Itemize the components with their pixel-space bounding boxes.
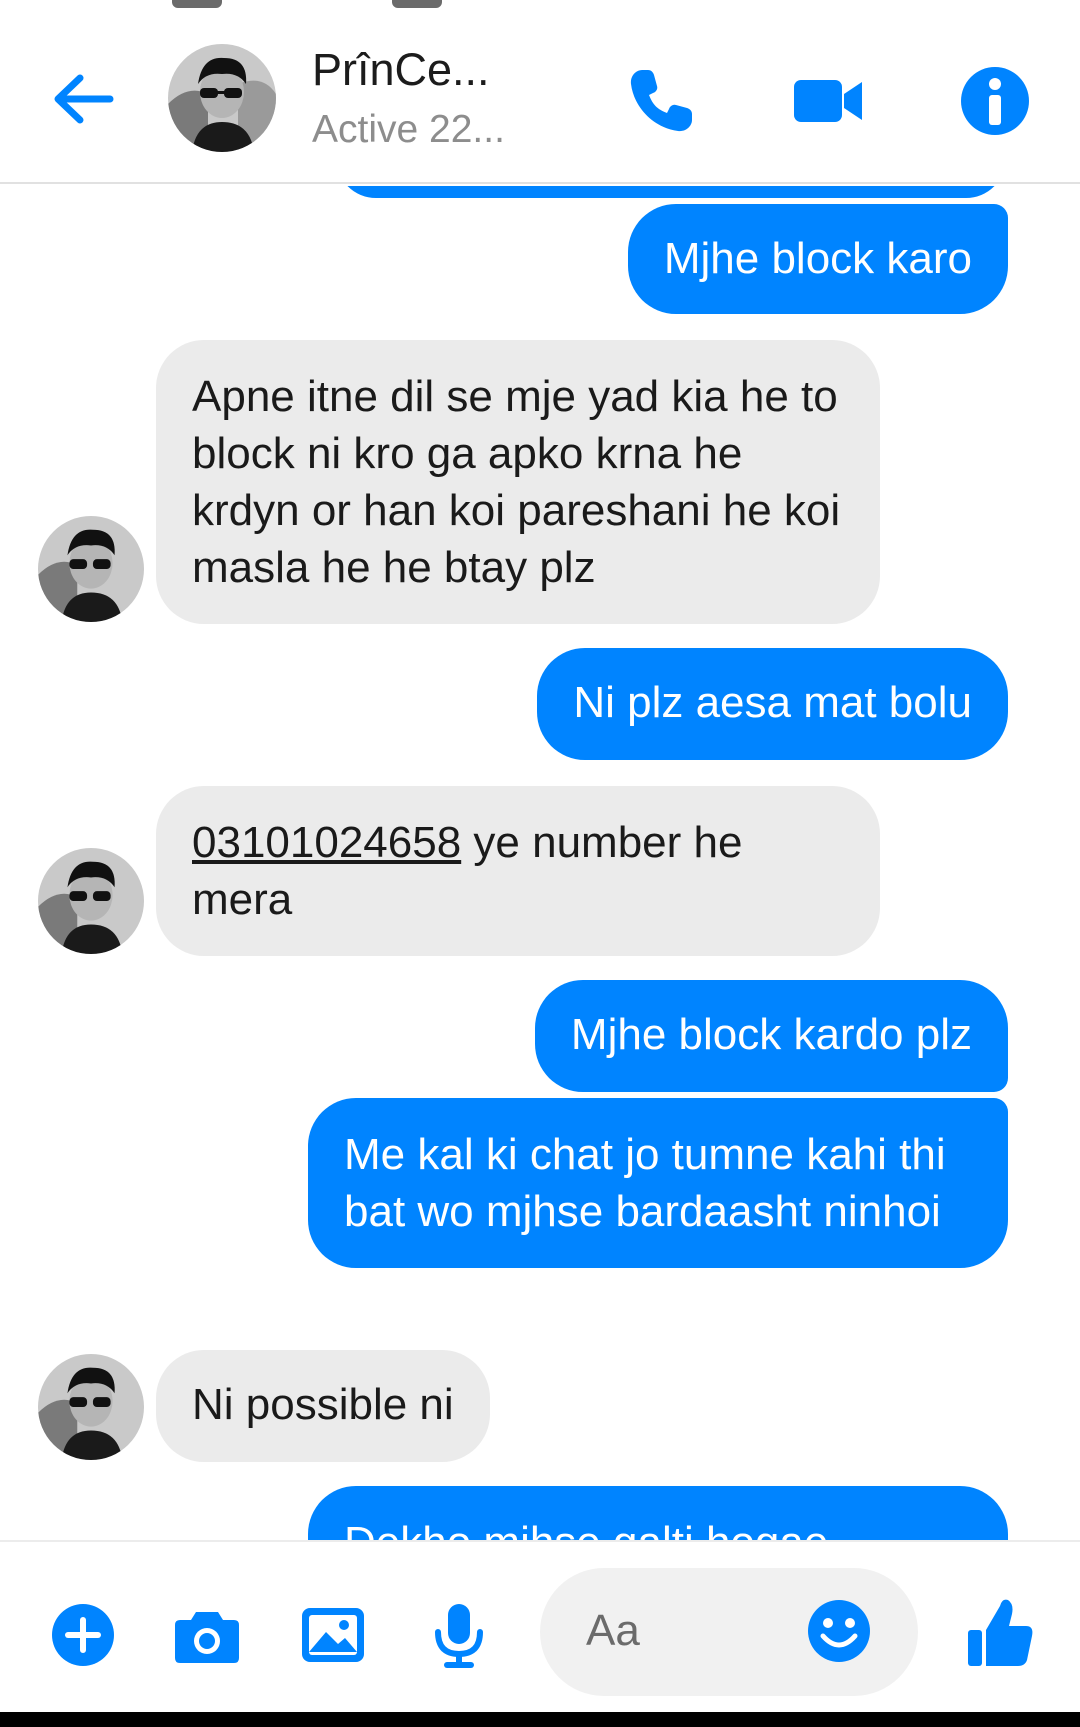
microphone-icon[interactable]: [424, 1600, 494, 1670]
message-bubble-outgoing[interactable]: Mjhe block kardo plz: [534, 980, 1008, 1092]
message-text: Mjhe block kardo plz: [570, 1010, 972, 1059]
conversation-header: PrînCe... Active 22...: [0, 14, 1080, 184]
thumbs-up-like-icon[interactable]: [966, 1596, 1036, 1666]
message-input[interactable]: Aa: [540, 1568, 918, 1696]
message-bubble-outgoing[interactable]: Mjhe block karo: [627, 204, 1008, 314]
sender-avatar[interactable]: [38, 516, 144, 622]
video-camera-icon[interactable]: [790, 64, 864, 138]
message-text: Apne itne dil se mje yad kia he to block…: [192, 372, 841, 592]
message-bubble-outgoing[interactable]: Ni plz aesa mat bolu: [537, 648, 1008, 760]
contact-active-status: Active 22...: [312, 108, 505, 151]
message-composer: Aa: [0, 1540, 1080, 1712]
contact-avatar[interactable]: [168, 44, 276, 152]
info-icon[interactable]: [958, 64, 1032, 138]
message-text: Mjhe block karo: [663, 234, 972, 283]
message-text: Dekho mjhse galti hogae: [344, 1518, 828, 1540]
message-bubble-incoming[interactable]: Apne itne dil se mje yad kia he to block…: [156, 340, 880, 624]
plus-circle-icon[interactable]: [48, 1600, 118, 1670]
message-bubble-outgoing-partial[interactable]: [336, 186, 1006, 198]
camera-icon[interactable]: [172, 1600, 242, 1670]
message-text: Ni plz aesa mat bolu: [573, 678, 972, 727]
system-navigation-bar: [0, 1712, 1080, 1727]
message-input-placeholder: Aa: [586, 1606, 640, 1655]
message-bubble-incoming[interactable]: Ni possible ni: [156, 1350, 490, 1462]
back-arrow-icon[interactable]: [48, 64, 118, 134]
message-bubble-outgoing[interactable]: Me kal ki chat jo tumne kahi thi bat wo …: [308, 1098, 1008, 1268]
phone-call-icon[interactable]: [624, 64, 698, 138]
message-bubble-outgoing-partial[interactable]: Dekho mjhse galti hogae: [308, 1486, 1008, 1540]
message-text: Ni possible ni: [192, 1380, 454, 1429]
sender-avatar[interactable]: [38, 1354, 144, 1460]
sender-avatar[interactable]: [38, 848, 144, 954]
message-text: Me kal ki chat jo tumne kahi thi bat wo …: [344, 1130, 946, 1236]
smiley-emoji-icon[interactable]: [806, 1598, 872, 1664]
contact-name[interactable]: PrînCe...: [312, 44, 490, 96]
message-bubble-incoming[interactable]: 03101024658 ye number he mera: [156, 786, 880, 956]
status-bar: [0, 0, 1080, 14]
image-gallery-icon[interactable]: [298, 1600, 368, 1670]
message-list[interactable]: Mjhe block karo Apne itne dil se mje yad…: [0, 186, 1080, 1540]
phone-number-link[interactable]: 03101024658: [192, 818, 461, 867]
